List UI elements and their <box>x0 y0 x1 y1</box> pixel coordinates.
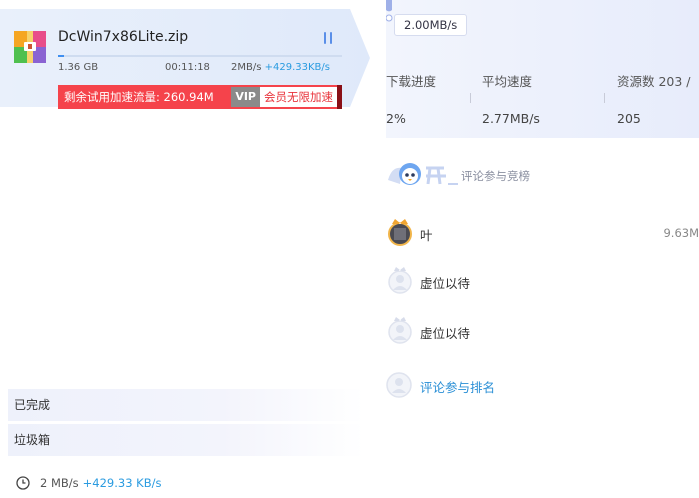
total-speed-status: 2 MB/s +429.33 KB/s <box>16 476 161 490</box>
acceleration-banner: 剩余试用加速流量: 260.94M VIP 会员无限加速 <box>58 85 342 109</box>
rank-2-name: 虚位以待 <box>420 276 471 291</box>
svg-text:3: 3 <box>399 317 402 323</box>
rank-1-avatar[interactable]: 1 <box>386 218 414 246</box>
archive-icon <box>14 31 46 63</box>
download-list-panel: DcWin7x86Lite.zip 1.36 GB 00:11:18 2MB/s… <box>0 0 378 498</box>
download-speed: 2MB/s +429.33KB/s <box>231 62 330 73</box>
stat-header-progress: 下载进度 <box>386 74 437 89</box>
vip-badge-edge <box>337 85 342 109</box>
file-size: 1.36 GB <box>58 62 99 73</box>
join-ranking-label[interactable]: 评论参与排名 <box>420 377 495 396</box>
clock-icon <box>16 476 30 490</box>
column-divider <box>470 93 471 103</box>
task-detail-panel: 2.00MB/s 下载进度 平均速度 资源数 203 / 2% 2.77MB/s… <box>386 0 699 498</box>
user-placeholder-icon <box>386 372 412 398</box>
speed-ranking-logo <box>388 163 458 185</box>
stat-header-resources: 资源数 203 / <box>617 74 691 89</box>
speed-value: 2MB/s <box>231 62 262 73</box>
ranking-row: 2 虚位以待 <box>386 266 699 296</box>
sidebar-item-trash[interactable]: 垃圾箱 <box>8 424 364 456</box>
rank-1-speed: 9.63M <box>663 226 699 240</box>
pause-icon[interactable] <box>319 29 337 47</box>
download-progress-fill <box>58 55 64 57</box>
remaining-time: 00:11:18 <box>165 62 210 73</box>
svg-text:2: 2 <box>399 267 402 273</box>
column-divider <box>604 93 605 103</box>
total-speed: 2 MB/s <box>40 476 79 490</box>
rank-3-placeholder-avatar: 3 <box>388 317 412 344</box>
stat-avg-speed-value: 2.77MB/s <box>482 111 540 126</box>
total-boost-speed: +429.33 KB/s <box>82 476 162 490</box>
rank-1-name: 叶 <box>420 228 433 243</box>
stat-progress-value: 2% <box>386 111 406 126</box>
download-progress-bar <box>58 55 342 57</box>
speed-tooltip: 2.00MB/s <box>394 14 468 36</box>
file-name: DcWin7x86Lite.zip <box>58 29 189 45</box>
vip-badge: VIP <box>231 87 260 107</box>
boost-speed-value: +429.33KB/s <box>264 62 330 73</box>
ranking-row: 3 虚位以待 <box>386 316 699 346</box>
vip-upsell[interactable]: VIP 会员无限加速 <box>231 85 342 109</box>
svg-text:1: 1 <box>398 220 401 226</box>
ranking-subtitle: 评论参与竞榜 <box>461 169 530 183</box>
speed-graph-area: 2.00MB/s 下载进度 平均速度 资源数 203 / 2% 2.77MB/s… <box>386 0 699 138</box>
ranking-row: 1 叶 9.63M <box>386 218 699 248</box>
vip-unlimited-button[interactable]: 会员无限加速 <box>260 87 337 107</box>
rank-3-name: 虚位以待 <box>420 326 471 341</box>
download-task-item[interactable]: DcWin7x86Lite.zip 1.36 GB 00:11:18 2MB/s… <box>0 9 370 109</box>
sidebar-item-completed[interactable]: 已完成 <box>8 389 364 421</box>
stat-header-avg-speed: 平均速度 <box>482 74 533 89</box>
trial-acceleration-text: 剩余试用加速流量: 260.94M <box>64 90 214 104</box>
stat-resources-value: 205 <box>617 111 641 126</box>
rank-2-placeholder-avatar: 2 <box>388 267 412 294</box>
